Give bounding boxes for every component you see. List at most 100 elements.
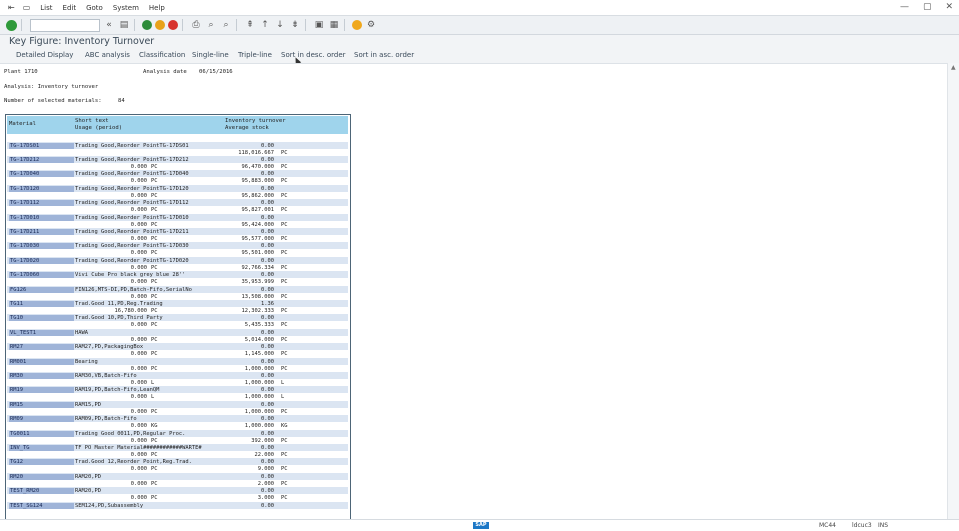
material-cell[interactable]: TG-17D040 <box>9 171 74 178</box>
material-cell[interactable]: TG-17D060 <box>9 272 74 279</box>
table-row[interactable]: INV_TG TF PO Master Material############W… <box>7 443 348 458</box>
material-cell[interactable]: RM27 <box>9 344 74 351</box>
material-cell[interactable]: RM20 <box>9 473 74 480</box>
transaction-code[interactable]: MC44 <box>819 522 836 529</box>
material-cell[interactable]: TEST_RM20 <box>9 488 74 495</box>
table-row[interactable]: TG-17D010 Trading Good,Reorder PointTG-17… <box>7 213 348 228</box>
table-row[interactable]: TG0011 Trading Good 0011,PD,Regular Proc.… <box>7 429 348 444</box>
table-row[interactable]: TG11 Trad.Good 11,PD,Reg.Trading 1.36 16,78… <box>7 299 348 314</box>
material-cell[interactable]: TG-17D120 <box>9 185 74 192</box>
table-row[interactable]: RM19 RAM19,PD,Batch-Fifo,LeanQM 0.00 0.000 L… <box>7 386 348 400</box>
back-button-icon[interactable] <box>142 20 152 30</box>
new-session-icon[interactable]: ▣ <box>313 19 325 31</box>
table-row[interactable]: RM20 RAM20,PD 0.00 0.000 PC 2.000 PC <box>7 472 348 487</box>
table-row[interactable]: RM001 Bearing 0.00 0.000 PC 1,000.000 PC <box>7 357 348 372</box>
classification-button[interactable]: Classification <box>139 51 185 59</box>
turnover-cell: 0.00 <box>261 416 274 423</box>
customize-icon[interactable]: ⚙ <box>365 19 377 31</box>
detailed-display-button[interactable]: Detailed Display <box>16 51 73 59</box>
table-row[interactable]: RM27 RAM27,PD,PackagingBox 0.00 0.000 PC 1,14… <box>7 343 348 357</box>
sort-desc-button[interactable]: Sort in desc. order <box>281 51 346 59</box>
material-cell[interactable]: TG11 <box>9 300 74 307</box>
menu-item-goto[interactable]: Goto <box>86 4 103 12</box>
turnover-cell: 0.00 <box>261 200 274 207</box>
table-row[interactable]: FG126 FIN126,MTS-DI,PD,Batch-Fifo,SerialN… <box>7 285 348 300</box>
minimize-icon[interactable]: — <box>900 2 909 12</box>
table-row[interactable]: TEST_SG124 SEM124,PD,Subassembly 0.00 <box>7 501 348 516</box>
previous-page-icon[interactable]: ↑ <box>259 19 271 31</box>
material-cell[interactable]: RM09 <box>9 416 74 423</box>
table-row[interactable]: RM09 RAM09,PD,Batch-Fifo 0.00 0.000 KG 1,000.… <box>7 415 348 429</box>
material-cell[interactable]: TG-17D010 <box>9 214 74 221</box>
cancel-icon[interactable] <box>168 20 178 30</box>
material-cell[interactable]: TG-17D020 <box>9 257 74 264</box>
back-icon[interactable]: ⇤ <box>8 3 15 12</box>
material-cell[interactable]: RM15 <box>9 401 74 408</box>
triple-line-button[interactable]: Triple-line <box>238 51 272 59</box>
table-row[interactable]: TG-17D020 Trading Good,Reorder PointTG-17… <box>7 256 348 271</box>
first-page-icon[interactable]: ⇞ <box>244 19 256 31</box>
material-cell[interactable]: RM001 <box>9 358 74 365</box>
next-page-icon[interactable]: ↓ <box>274 19 286 31</box>
last-page-icon[interactable]: ⇟ <box>289 19 301 31</box>
table-row[interactable]: RM30 RAM30,VB,Batch-Fifo 0.00 0.000 L 1,000.0… <box>7 371 348 386</box>
enter-icon[interactable] <box>6 19 17 31</box>
scroll-up-icon[interactable]: ▲ <box>951 64 956 71</box>
menu-item-list[interactable]: List <box>40 4 52 12</box>
save-icon[interactable]: ▤ <box>118 19 130 31</box>
sort-asc-button[interactable]: Sort in asc. order <box>354 51 414 59</box>
status-bar: SAP MC44 ldcuc3 INS <box>0 519 959 531</box>
menu-item-edit[interactable]: Edit <box>63 4 77 12</box>
material-cell[interactable]: TG-17D212 <box>9 156 74 163</box>
help-icon[interactable] <box>352 20 362 30</box>
table-row[interactable]: TG-17DS01 Trading Good,Reorder PointTG-17… <box>7 141 348 156</box>
table-row[interactable]: TEST_RM20 RAM20,PD 0.00 0.000 PC 3.000 PC <box>7 487 348 501</box>
table-row[interactable]: TG-17D212 Trading Good,Reorder PointTG-17… <box>7 155 348 170</box>
find-icon[interactable]: ⌕ <box>205 19 217 31</box>
table-row[interactable]: TG-17D211 Trading Good,Reorder PointTG-17… <box>7 227 348 242</box>
table-row[interactable]: VL_TEST1 HAWA 0.00 0.000 PC 5,014.000 PC <box>7 328 348 343</box>
single-line-button[interactable]: Single-line <box>192 51 229 59</box>
dropdown-icon[interactable]: « <box>103 19 115 31</box>
material-cell[interactable]: FG126 <box>9 286 74 293</box>
find-next-icon[interactable]: ⌕ <box>220 19 232 31</box>
average-stock-cell: 1,000.000 <box>244 365 274 372</box>
table-row[interactable]: TG10 Trad.Good 10,PD,Third Party 0.00 0.000… <box>7 314 348 328</box>
shortcut-icon[interactable]: ▦ <box>328 19 340 31</box>
table-row[interactable]: TG-17D120 Trading Good,Reorder PointTG-17… <box>7 184 348 199</box>
material-cell[interactable]: TEST_SG124 <box>9 502 74 509</box>
material-cell[interactable]: TG0011 <box>9 430 74 437</box>
close-icon[interactable]: ✕ <box>945 2 953 12</box>
material-cell[interactable]: RM19 <box>9 387 74 394</box>
material-cell[interactable]: VL_TEST1 <box>9 329 74 336</box>
print-icon[interactable]: ⎙ <box>190 19 202 31</box>
table-row[interactable]: TG-17D030 Trading Good,Reorder PointTG-17… <box>7 242 348 256</box>
vertical-scrollbar[interactable]: ▲ <box>947 63 959 519</box>
table-row[interactable]: TG-17D040 Trading Good,Reorder PointTG-17… <box>7 170 348 184</box>
menu-item-system[interactable]: System <box>113 4 139 12</box>
turnover-cell: 0.00 <box>261 185 274 192</box>
exit-icon[interactable] <box>155 20 165 30</box>
material-cell[interactable]: TG-17D211 <box>9 228 74 235</box>
material-cell[interactable]: TG12 <box>9 459 74 466</box>
material-cell[interactable]: RM30 <box>9 372 74 379</box>
table-row[interactable]: TG-17D060 Vivi Cube Pro black grey blue 2… <box>7 271 348 285</box>
usage-cell: 0.000 <box>130 466 147 473</box>
server-name[interactable]: ldcuc3 <box>852 522 872 529</box>
command-field[interactable] <box>30 18 100 32</box>
material-cell[interactable]: TG-17DS01 <box>9 142 74 149</box>
menu-item-help[interactable]: Help <box>149 4 165 12</box>
abc-analysis-button[interactable]: ABC analysis <box>85 51 130 59</box>
material-cell[interactable]: TG10 <box>9 315 74 322</box>
usage-unit-cell: PC <box>151 293 158 300</box>
table-row[interactable]: TG-17D112 Trading Good,Reorder PointTG-17… <box>7 199 348 213</box>
material-cell[interactable]: TG-17D030 <box>9 243 74 250</box>
material-cell[interactable]: TG-17D112 <box>9 200 74 207</box>
toolbar-separator <box>21 19 22 31</box>
maximize-icon[interactable]: ▢ <box>923 2 932 12</box>
material-cell[interactable]: INV_TG <box>9 444 74 451</box>
layout-icon[interactable]: ▭ <box>23 3 31 12</box>
table-row[interactable]: TG12 Trad.Good 12,Reorder Point,Reg.Trad.… <box>7 458 348 472</box>
short-text-cell: Vivi Cube Pro black grey blue 28'' <box>75 272 186 279</box>
table-row[interactable]: RM15 RAM15,PD 0.00 0.000 PC 1,000.000 PC <box>7 400 348 415</box>
